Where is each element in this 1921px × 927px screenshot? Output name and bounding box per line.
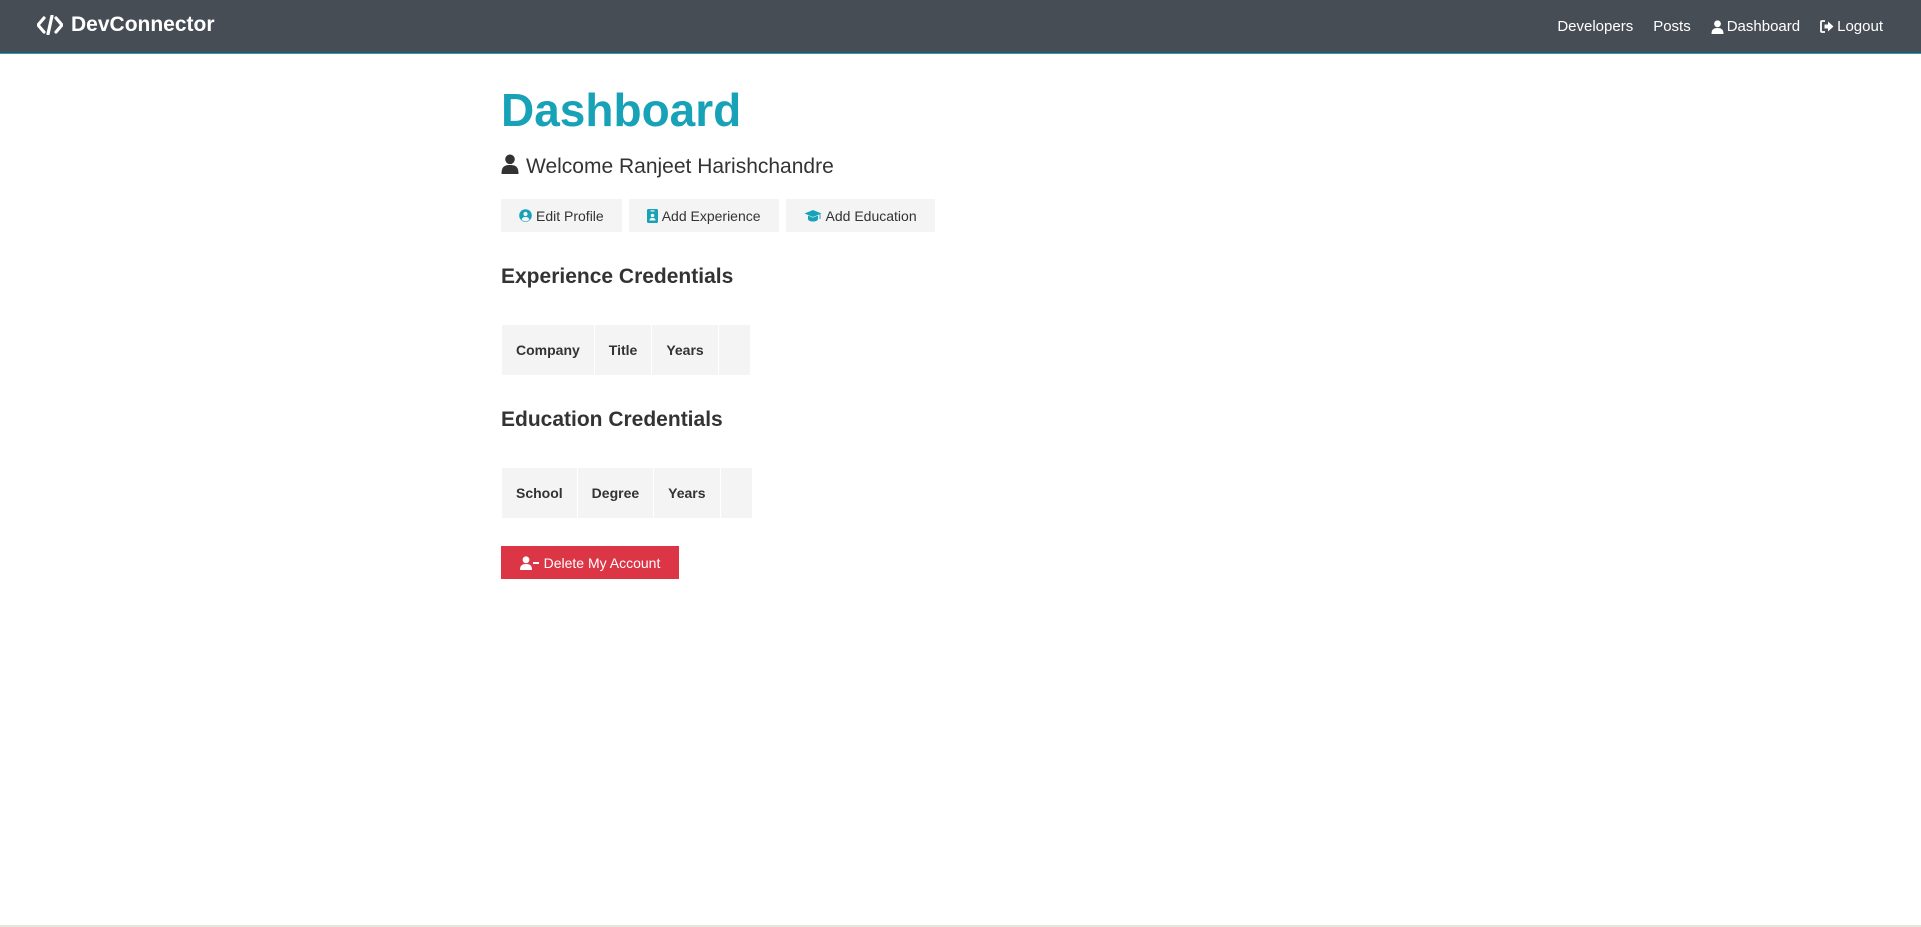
code-icon (37, 15, 63, 35)
welcome-message: Welcome Ranjeet Harishchandre (501, 154, 834, 180)
graduation-cap-icon (804, 209, 822, 222)
delete-account-button[interactable]: Delete My Account (501, 546, 679, 579)
add-education-label: Add Education (825, 207, 917, 224)
navbar: DevConnector Developers Posts Dashboard (0, 0, 1921, 54)
user-circle-icon (519, 209, 532, 222)
brand-link[interactable]: DevConnector (37, 13, 215, 37)
dashboard-actions: Edit Profile Add Experience Add Educatio… (501, 199, 935, 232)
column-header-years: Years (652, 325, 718, 375)
nav-developers-label: Developers (1557, 18, 1634, 35)
nav-dashboard-label: Dashboard (1726, 18, 1801, 35)
column-header-actions (718, 325, 750, 375)
nav-links: Developers Posts Dashboard Logout (1557, 18, 1883, 35)
add-education-button[interactable]: Add Education (785, 199, 935, 232)
column-header-company: Company (502, 325, 594, 375)
user-minus-icon (519, 555, 539, 570)
page-title: Dashboard (501, 84, 742, 136)
column-header-actions (720, 468, 752, 518)
dashboard-container: Dashboard Welcome Ranjeet Harishchandre … (501, 84, 1401, 579)
column-header-degree: Degree (577, 468, 654, 518)
nav-logout[interactable]: Logout (1820, 18, 1883, 35)
nav-posts[interactable]: Posts (1653, 18, 1691, 35)
nav-posts-label: Posts (1653, 18, 1691, 35)
sign-out-icon (1820, 20, 1834, 33)
id-badge-icon (646, 208, 658, 223)
add-experience-label: Add Experience (661, 207, 761, 224)
add-experience-button[interactable]: Add Experience (628, 199, 779, 232)
table-header-row: School Degree Years (502, 468, 752, 518)
delete-account-label: Delete My Account (543, 554, 661, 571)
education-heading: Education Credentials (501, 408, 723, 431)
user-icon (1711, 19, 1724, 34)
edit-profile-label: Edit Profile (536, 207, 604, 224)
nav-developers[interactable]: Developers (1557, 18, 1633, 35)
column-header-school: School (502, 468, 577, 518)
welcome-text: Welcome Ranjeet Harishchandre (526, 155, 834, 178)
column-header-title: Title (594, 325, 652, 375)
user-icon (501, 154, 519, 180)
edit-profile-button[interactable]: Edit Profile (501, 199, 622, 232)
brand-label: DevConnector (71, 13, 215, 36)
experience-heading: Experience Credentials (501, 265, 734, 288)
education-table: School Degree Years (501, 467, 753, 519)
experience-table: Company Title Years (501, 324, 751, 376)
nav-dashboard[interactable]: Dashboard (1711, 18, 1800, 35)
column-header-years: Years (654, 468, 720, 518)
nav-logout-label: Logout (1837, 18, 1883, 35)
table-header-row: Company Title Years (502, 325, 750, 375)
